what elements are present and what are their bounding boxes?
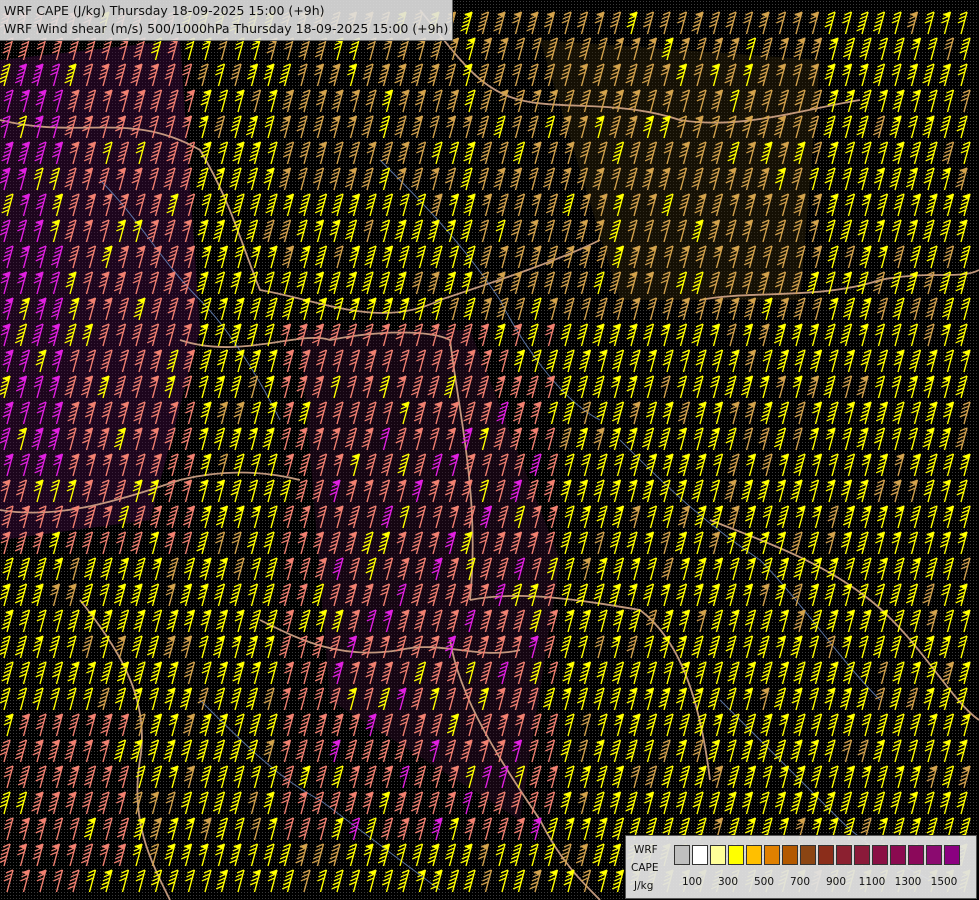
title-box: WRF CAPE (J/kg) Thursday 18-09-2025 15:0… bbox=[0, 0, 454, 41]
wind-shear-map bbox=[0, 0, 979, 900]
legend-swatch bbox=[674, 845, 690, 865]
legend-swatch bbox=[890, 845, 906, 865]
legend-swatch bbox=[746, 845, 762, 865]
legend-swatch bbox=[836, 845, 852, 865]
legend-swatch bbox=[782, 845, 798, 865]
legend-swatch bbox=[728, 845, 744, 865]
legend-swatch bbox=[872, 845, 888, 865]
legend-swatch bbox=[908, 845, 924, 865]
legend-unit-label: J/kg bbox=[634, 880, 654, 892]
cape-legend: WRF CAPE J/kg 100 300 500 700 900 1100 1300 150… bbox=[625, 835, 977, 899]
legend-swatch bbox=[944, 845, 960, 865]
legend-swatch bbox=[818, 845, 834, 865]
legend-swatch bbox=[854, 845, 870, 865]
legend-tick: 100 bbox=[681, 876, 703, 888]
cape-title: WRF CAPE (J/kg) Thursday 18-09-2025 15:0… bbox=[4, 3, 325, 18]
legend-model-label: WRF bbox=[634, 844, 658, 856]
legend-tick: 1300 bbox=[894, 876, 922, 888]
legend-swatch bbox=[764, 845, 780, 865]
wind-shear-title: WRF Wind shear (m/s) 500/1000hPa Thursda… bbox=[4, 21, 449, 36]
legend-tick: 1500 bbox=[930, 876, 958, 888]
legend-tick: 1100 bbox=[858, 876, 886, 888]
legend-swatch bbox=[692, 845, 708, 865]
legend-swatch bbox=[800, 845, 816, 865]
legend-field-label: CAPE bbox=[631, 862, 659, 874]
legend-swatch bbox=[926, 845, 942, 865]
legend-tick: 900 bbox=[825, 876, 847, 888]
legend-swatch bbox=[710, 845, 726, 865]
legend-tick: 300 bbox=[717, 876, 739, 888]
legend-tick: 500 bbox=[753, 876, 775, 888]
legend-tick: 700 bbox=[789, 876, 811, 888]
